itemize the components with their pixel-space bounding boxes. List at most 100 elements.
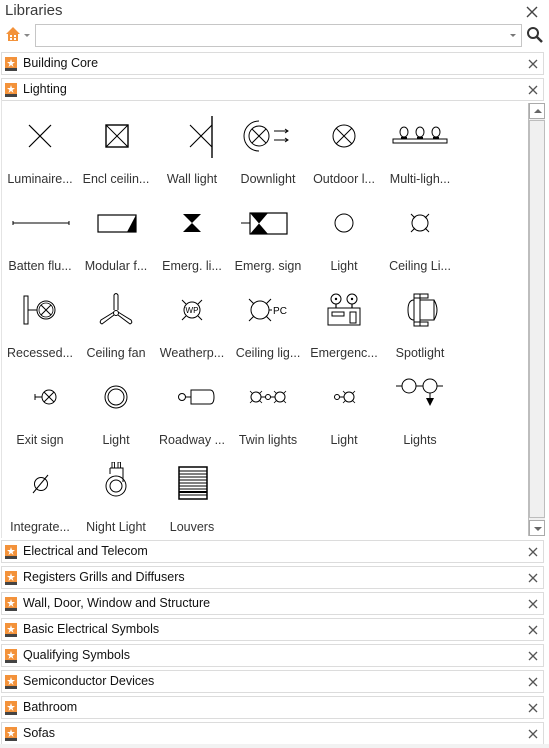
library-header[interactable]: Basic Electrical Symbols [1, 618, 544, 641]
shape-weatherproof-light[interactable]: WP Weatherp... [154, 274, 230, 361]
enclosed-ceiling-light-icon [105, 124, 129, 148]
recessed-light-icon [23, 295, 56, 325]
ceiling-fan-icon [99, 293, 133, 325]
chevron-down-icon [24, 34, 30, 37]
shape-label: Encl ceilin... [82, 172, 150, 186]
library-icon [5, 675, 17, 689]
shape-label: Roadway ... [158, 433, 225, 447]
library-label: Electrical and Telecom [23, 544, 148, 558]
close-icon[interactable] [528, 547, 538, 557]
shape-label: Downlight [240, 172, 296, 186]
search-input[interactable] [36, 25, 506, 46]
library-header[interactable]: Semiconductor Devices [1, 670, 544, 693]
close-icon[interactable] [528, 85, 538, 95]
shape-label: Recessed... [6, 346, 73, 360]
modular-fluorescent-icon [97, 214, 137, 233]
search-button[interactable] [526, 26, 544, 44]
shape-label: Twin lights [238, 433, 298, 447]
batten-fluorescent-icon [12, 221, 70, 225]
close-icon[interactable] [528, 59, 538, 69]
shape-lights-arrow[interactable]: Lights [382, 361, 458, 448]
shape-downlight[interactable]: Downlight [230, 100, 306, 187]
light-double-circle-icon [104, 385, 128, 409]
shape-night-light[interactable]: Night Light [78, 448, 154, 535]
search-field[interactable] [35, 24, 522, 47]
shape-batten-fluorescent[interactable]: Batten flu... [2, 187, 78, 274]
shape-label: Ceiling fan [86, 346, 146, 360]
spotlight-icon [407, 293, 438, 327]
shape-ceiling-fan[interactable]: Ceiling fan [78, 274, 154, 361]
shape-twin-lights[interactable]: Twin lights [230, 361, 306, 448]
library-building-core[interactable]: Building Core [1, 52, 544, 75]
shape-enclosed-ceiling-light[interactable]: Encl ceilin... [78, 100, 154, 187]
louvers-icon [178, 466, 208, 500]
shape-label: Light [102, 433, 130, 447]
library-icon [5, 545, 17, 559]
shape-label: Ceiling lig... [235, 346, 301, 360]
scroll-thumb[interactable] [529, 120, 545, 518]
shape-light-double[interactable]: Light [78, 361, 154, 448]
close-icon[interactable] [528, 599, 538, 609]
shape-wall-light[interactable]: Wall light [154, 100, 230, 187]
shape-recessed-light[interactable]: Recessed... [2, 274, 78, 361]
shape-label: Modular f... [84, 259, 148, 273]
shape-label: Lights [403, 433, 437, 447]
bottom-strip [0, 744, 549, 748]
library-icon [5, 727, 17, 741]
shape-exit-sign[interactable]: Exit sign [2, 361, 78, 448]
library-label: Qualifying Symbols [23, 648, 130, 662]
vertical-scrollbar[interactable] [528, 103, 545, 536]
library-header[interactable]: Wall, Door, Window and Structure [1, 592, 544, 615]
library-lighting[interactable]: Lighting [1, 78, 544, 101]
library-header[interactable]: Bathroom [1, 696, 544, 719]
close-icon[interactable] [528, 573, 538, 583]
shape-ceiling-light-pc[interactable]: PC Ceiling lig... [230, 274, 306, 361]
lights-arrow-icon [396, 378, 443, 406]
search-dropdown-arrow[interactable] [510, 34, 516, 37]
shape-label: Night Light [86, 520, 146, 534]
shape-emergency-light[interactable]: Emerg. li... [154, 187, 230, 274]
shape-luminaire[interactable]: Luminaire... [2, 100, 78, 187]
close-icon[interactable] [528, 729, 538, 739]
scroll-down-button[interactable] [529, 520, 545, 536]
shape-spotlight[interactable]: Spotlight [382, 274, 458, 361]
search-icon [527, 27, 543, 43]
home-icon [6, 27, 30, 41]
library-header[interactable]: Electrical and Telecom [1, 540, 544, 563]
wp-text: WP [186, 306, 199, 315]
home-library-button[interactable] [4, 24, 34, 46]
close-icon[interactable] [528, 625, 538, 635]
shape-louvers[interactable]: Louvers [154, 448, 230, 535]
integrated-light-icon [32, 474, 49, 494]
shape-emergency-unit[interactable]: Emergenc... [306, 274, 382, 361]
shape-outdoor-light[interactable]: Outdoor l... [306, 100, 382, 187]
library-icon [5, 623, 17, 637]
close-icon[interactable] [528, 703, 538, 713]
shape-label: Louvers [169, 520, 215, 534]
library-icon [5, 83, 17, 97]
emergency-unit-icon [327, 293, 361, 326]
shape-roadway-light[interactable]: Roadway ... [154, 361, 230, 448]
shape-light-small[interactable]: Light [306, 361, 382, 448]
shape-emergency-sign[interactable]: Emerg. sign [230, 187, 306, 274]
close-icon[interactable] [528, 677, 538, 687]
shape-label: Light [330, 433, 358, 447]
library-header[interactable]: Registers Grills and Diffusers [1, 566, 544, 589]
shape-modular-fluorescent[interactable]: Modular f... [78, 187, 154, 274]
scroll-up-button[interactable] [529, 103, 545, 119]
shape-light[interactable]: Light [306, 187, 382, 274]
shape-ceiling-light[interactable]: Ceiling Li... [382, 187, 458, 274]
shape-label: Wall light [166, 172, 218, 186]
close-panel-button[interactable] [524, 4, 540, 20]
close-icon[interactable] [528, 651, 538, 661]
shape-label: Exit sign [16, 433, 64, 447]
emergency-sign-icon [241, 212, 288, 235]
panel-title: Libraries [5, 2, 63, 19]
library-header[interactable]: Sofas [1, 722, 544, 745]
library-label: Registers Grills and Diffusers [23, 570, 185, 584]
shape-integrated-light[interactable]: Integrate... [2, 448, 78, 535]
library-header[interactable]: Qualifying Symbols [1, 644, 544, 667]
shape-multi-light[interactable]: Multi-ligh... [382, 100, 458, 187]
library-label: Bathroom [23, 700, 78, 714]
lighting-shapes-grid: Luminaire... Encl ceilin... Wall light D… [1, 100, 544, 538]
